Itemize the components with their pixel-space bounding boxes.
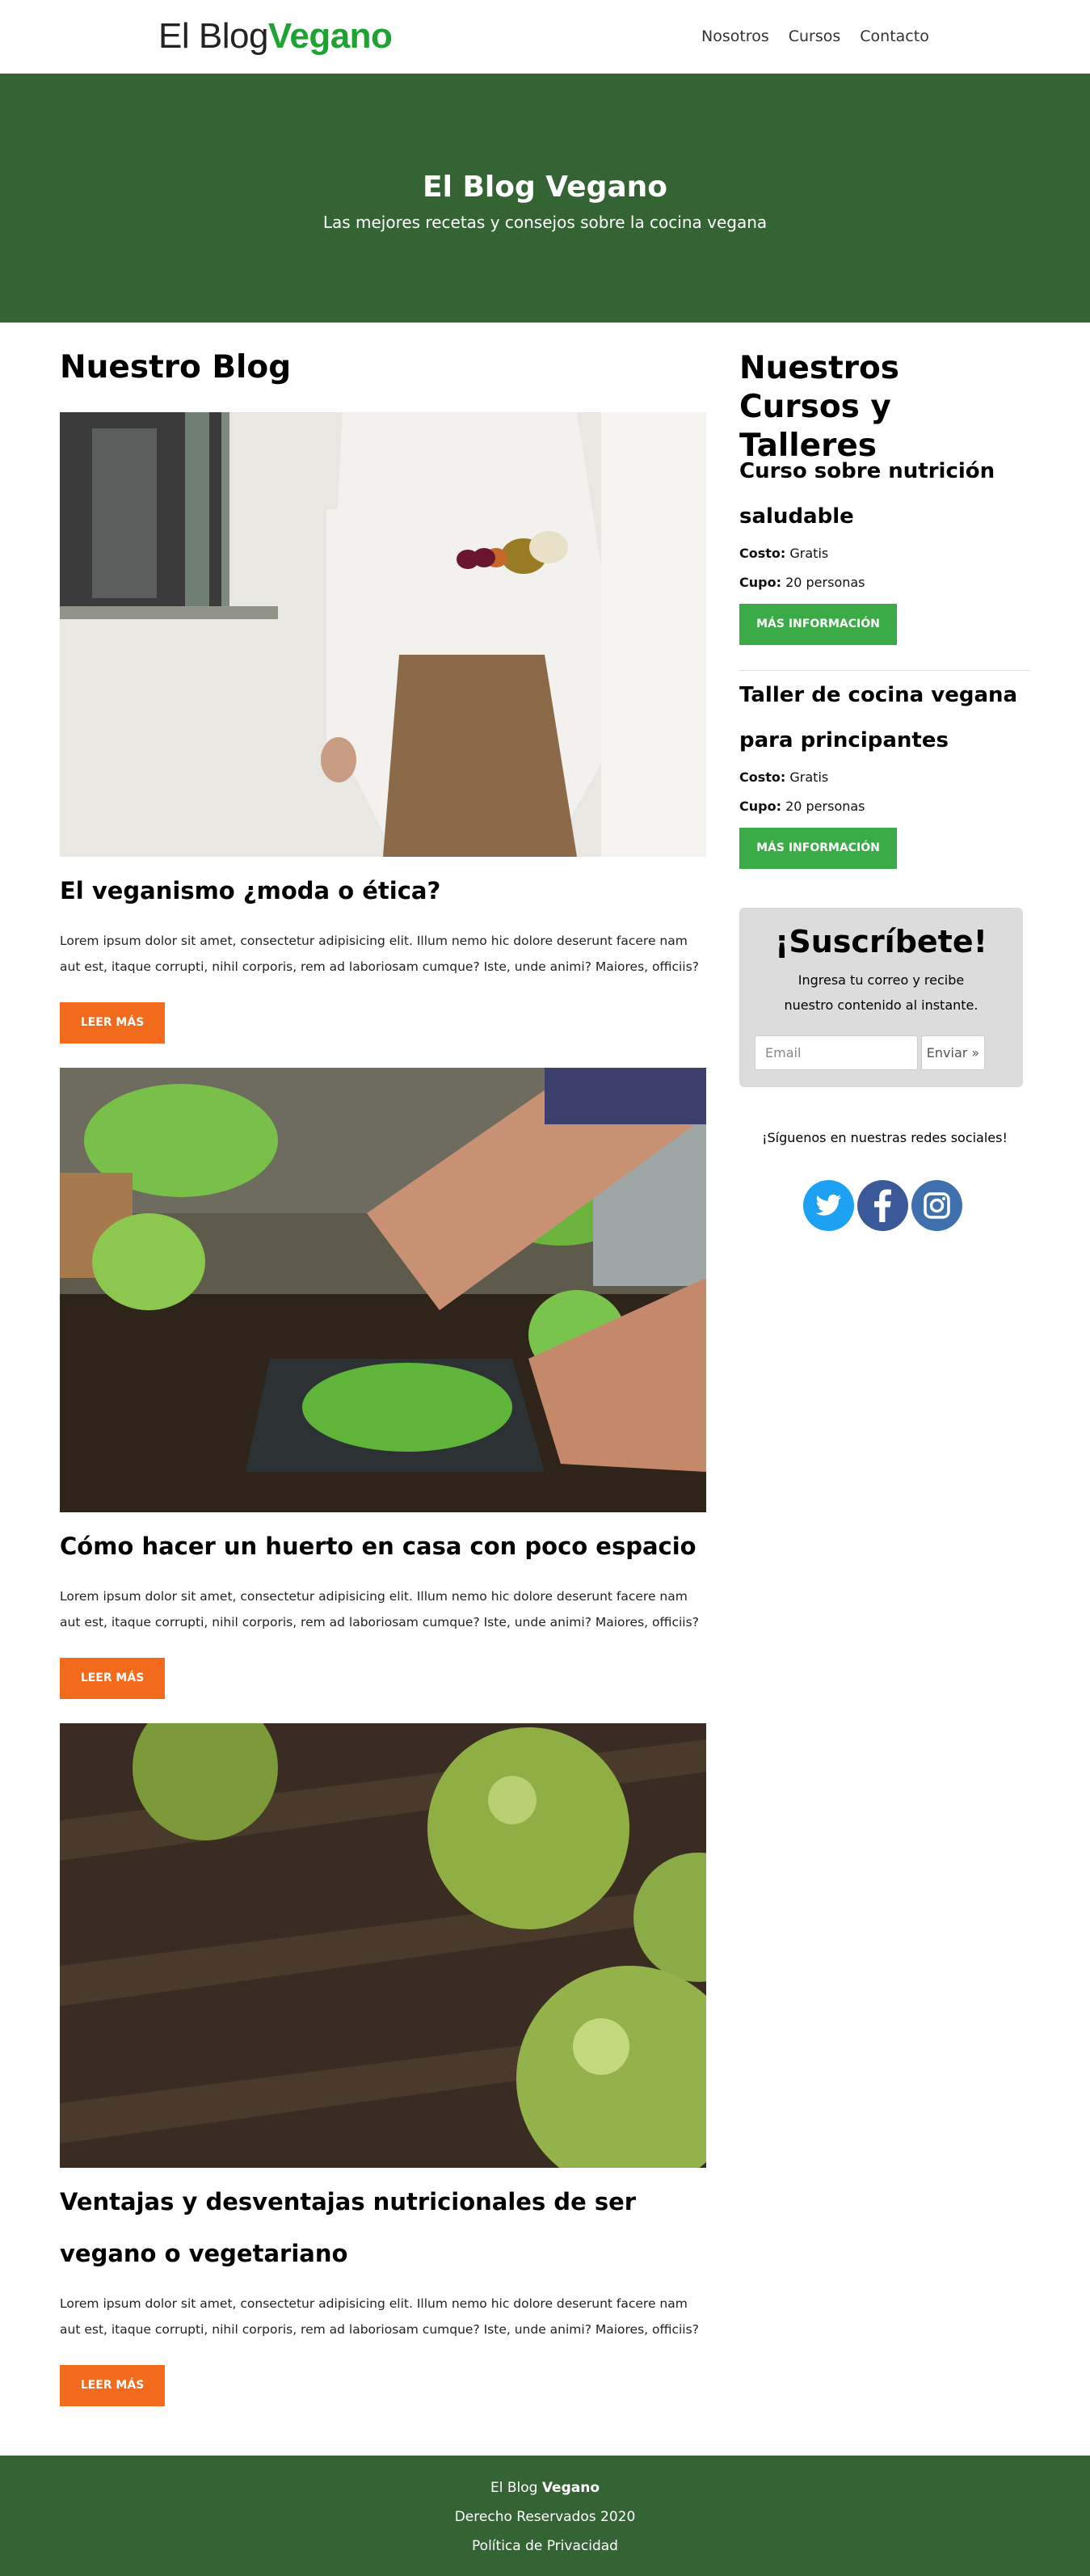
post-excerpt: Lorem ipsum dolor sit amet, consectetur … [60, 1589, 699, 1629]
footer-brand: El Blog Vegano [0, 2480, 1090, 2496]
site-header: El BlogVegano Nosotros Cursos Contacto [0, 0, 1090, 74]
post-title[interactable]: El veganismo ¿moda o ética? [60, 865, 706, 917]
nav-link-contacto[interactable]: Contacto [860, 27, 929, 45]
read-more-button[interactable]: LEER MÁS [60, 2365, 165, 2406]
blog-post: El veganismo ¿moda o ética? Lorem ipsum … [60, 412, 706, 1043]
course-capacity-value: 20 personas [785, 799, 865, 814]
subscribe-text: Ingresa tu correo y recibe nuestro conte… [784, 972, 978, 1013]
course-capacity-value: 20 personas [785, 575, 865, 590]
post-excerpt: Lorem ipsum dolor sit amet, consectetur … [60, 2296, 699, 2337]
course-capacity: Cupo: 20 personas [739, 568, 1030, 597]
post-image-green-apples[interactable] [60, 1723, 706, 2168]
post-title[interactable]: Ventajas y desventajas nutricionales de … [60, 2176, 706, 2279]
twitter-icon[interactable] [803, 1180, 854, 1231]
post-title[interactable]: Cómo hacer un huerto en casa con poco es… [60, 1520, 706, 1572]
course-item: Curso sobre nutrición saludable Costo: G… [739, 449, 1030, 645]
facebook-icon-graphic [857, 1180, 908, 1231]
footer-brand-bold: Vegano [541, 2480, 600, 2496]
post-excerpt: Lorem ipsum dolor sit amet, consectetur … [60, 934, 699, 974]
site-footer: El Blog Vegano Derecho Reservados 2020 P… [0, 2456, 1090, 2576]
twitter-icon-graphic [803, 1180, 854, 1231]
course-cost-label: Costo: [739, 546, 786, 561]
course-capacity-label: Cupo: [739, 575, 781, 590]
social-text: ¡Síguenos en nuestras redes sociales! [762, 1130, 1008, 1145]
hero-subtitle: Las mejores recetas y consejos sobre la … [322, 213, 768, 232]
course-capacity-label: Cupo: [739, 799, 781, 814]
course-info-button[interactable]: MÁS INFORMACIÓN [739, 604, 897, 645]
footer-brand-text: El Blog [490, 2480, 538, 2496]
post-image-graphic [60, 1723, 706, 2168]
post-image-person-vegetables[interactable] [60, 412, 706, 857]
logo-text: El Blog [158, 16, 268, 56]
site-logo[interactable]: El BlogVegano [158, 16, 393, 57]
read-more-button[interactable]: LEER MÁS [60, 1658, 165, 1699]
course-cost: Costo: Gratis [739, 763, 1030, 792]
course-item: Taller de cocina vegana para principante… [739, 672, 1030, 869]
course-info-button[interactable]: MÁS INFORMACIÓN [739, 828, 897, 869]
course-cost-value: Gratis [789, 546, 829, 561]
send-button[interactable]: Enviar » [921, 1035, 985, 1070]
blog-section-title: Nuestro Blog [60, 349, 292, 386]
subscribe-box: ¡Suscríbete! Ingresa tu correo y recibe … [739, 908, 1023, 1087]
email-input[interactable] [755, 1035, 918, 1070]
post-image-graphic [60, 412, 706, 857]
course-cost-value: Gratis [789, 769, 829, 785]
subscribe-title: ¡Suscríbete! [775, 924, 987, 959]
instagram-icon[interactable] [911, 1180, 962, 1231]
course-cost-label: Costo: [739, 769, 786, 785]
course-name: Taller de cocina vegana para principante… [739, 683, 1018, 753]
footer-privacy-link[interactable]: Política de Privacidad [0, 2538, 1090, 2554]
social-icons [803, 1180, 962, 1231]
subscribe-form: Enviar » [755, 1035, 985, 1070]
read-more-button[interactable]: LEER MÁS [60, 1002, 165, 1043]
main-nav: Nosotros Cursos Contacto [701, 27, 929, 45]
instagram-icon-graphic [911, 1180, 962, 1231]
blog-post: Ventajas y desventajas nutricionales de … [60, 1723, 706, 2406]
blog-post: Cómo hacer un huerto en casa con poco es… [60, 1068, 706, 1699]
facebook-icon[interactable] [857, 1180, 908, 1231]
hero-banner: El Blog Vegano Las mejores recetas y con… [0, 74, 1090, 323]
course-cost: Costo: Gratis [739, 539, 1030, 568]
course-name: Curso sobre nutrición saludable [739, 459, 995, 529]
hero-title: El Blog Vegano [422, 171, 667, 204]
post-image-garden-seedlings[interactable] [60, 1068, 706, 1512]
logo-accent: Vegano [267, 16, 393, 56]
footer-rights: Derecho Reservados 2020 [454, 2509, 636, 2525]
nav-link-cursos[interactable]: Cursos [789, 27, 841, 45]
post-image-graphic [60, 1068, 706, 1512]
nav-link-nosotros[interactable]: Nosotros [701, 27, 769, 45]
course-capacity: Cupo: 20 personas [739, 792, 1030, 821]
course-divider [739, 670, 1030, 671]
page: El BlogVegano Nosotros Cursos Contacto E… [0, 0, 1090, 2576]
